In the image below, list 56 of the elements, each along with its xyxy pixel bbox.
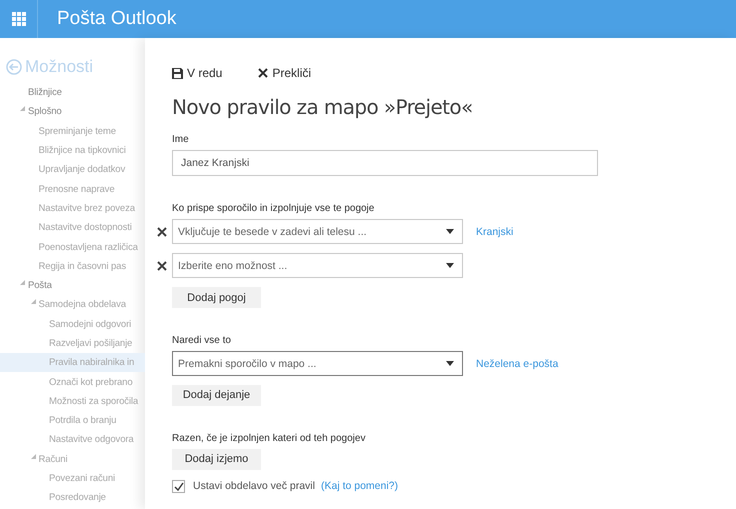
caret-icon [446,361,454,366]
section-label: Ko prispe sporočilo in izpolnjuje vse te pogoje [172,203,376,214]
sidebar-item[interactable]: Bližnjice [0,83,145,102]
sidebar-item[interactable]: Upravljanje dodatkov [0,160,145,180]
expand-arrow-icon[interactable] [30,299,36,304]
sidebar-item[interactable]: Spreminjanje teme [0,122,145,141]
back-icon[interactable] [6,59,22,75]
sidebar-item[interactable]: Posredovanje [0,488,145,508]
sidebar-item[interactable]: Poenostavljena različica [0,237,145,257]
sidebar-item[interactable]: Nastavitve brez poveza [0,198,145,218]
sidebar-item[interactable]: Računi [0,450,145,469]
name-field[interactable]: Janez Kranjski [172,150,598,176]
save-button[interactable]: V redu [172,66,222,80]
value-link[interactable]: Kranjski [476,226,514,238]
field-label: Ime [172,134,190,145]
sidebar-item[interactable]: Samodejni odgovori [0,314,145,334]
sidebar-item[interactable]: Razveljavi pošiljanje [0,334,145,354]
app-title: Pošta Outlook [57,8,176,30]
sidebar-item[interactable]: Nastavitve dostopnosti [0,218,145,238]
sidebar-item[interactable]: Nastavitve odgovora [0,430,145,450]
add-condition-button[interactable]: Dodaj pogoj [172,287,261,308]
help-link[interactable]: (Kaj to pomeni?) [320,480,398,492]
add-exception-button[interactable]: Dodaj izjemo [172,448,261,470]
sidebar-item[interactable]: Možnosti za sporočila [0,392,145,412]
add-action-button[interactable]: Dodaj dejanje [172,384,261,406]
sidebar-item[interactable]: Splošno [0,102,145,122]
sidebar-item[interactable]: Samodejna obdelava [0,295,145,315]
sidebar-item[interactable]: Potrdila o branju [0,411,145,430]
sidebar-title: Možnosti [25,57,94,77]
sidebar-item[interactable]: Povezani računi [0,468,145,488]
caret-icon [446,229,454,234]
checkbox[interactable] [172,480,185,492]
expand-arrow-icon[interactable] [20,106,25,112]
dropdown[interactable]: Izberite eno možnost ... [172,253,463,278]
checkbox-label: Ustavi obdelavo več pravil [193,480,315,492]
remove-icon[interactable] [157,260,167,270]
check-icon [174,482,184,490]
sidebar-item[interactable]: Regija in časovni pas [0,256,145,276]
sidebar-item[interactable]: Označi kot prebrano [0,372,145,392]
dropdown[interactable]: Vključuje te besede v zadevi ali telesu ... [172,219,463,244]
dropdown[interactable]: Premakni sporočilo v mapo ... [172,351,463,376]
close-icon [258,68,268,78]
expand-arrow-icon[interactable] [30,454,36,459]
sidebar-item[interactable]: Pošta [0,276,145,296]
sidebar-item[interactable]: Pravila nabiralnika in [0,353,145,372]
caret-icon [446,263,454,268]
section-label: Razen, če je izpolnjen kateri od teh pogojev [172,432,366,444]
save-icon [172,68,183,78]
remove-icon[interactable] [157,226,167,236]
sidebar-item[interactable]: Bližnjice na tipkovnici [0,140,145,160]
cancel-button[interactable]: Prekliči [258,66,312,80]
page-title: Novo pravilo za mapo »Prejeto« [172,95,474,119]
sidebar-item[interactable]: Prenosne naprave [0,179,145,199]
expand-arrow-icon[interactable] [20,280,25,286]
value-link[interactable]: Neželena e-pošta [476,358,558,370]
section-label: Naredi vse to [172,335,232,346]
